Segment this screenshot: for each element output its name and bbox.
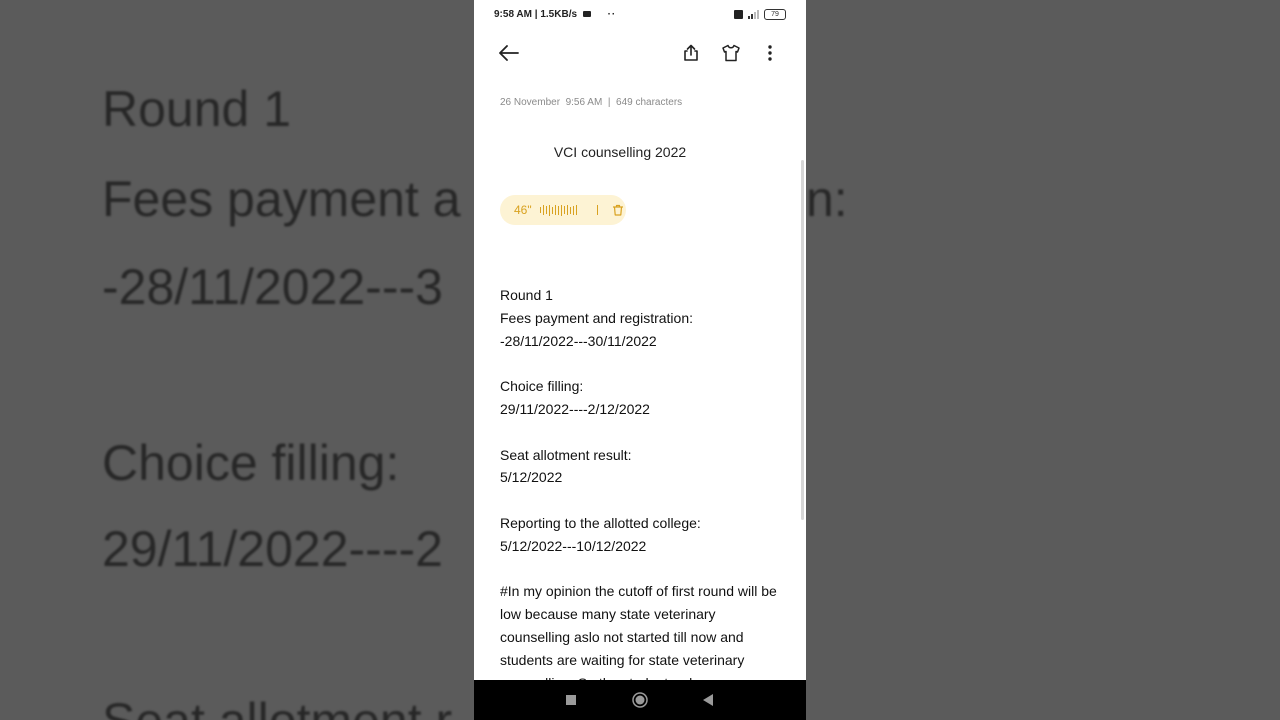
audio-duration: 46" [514,203,532,217]
more-vertical-icon[interactable] [758,41,782,65]
signal-icon [748,10,759,19]
note-body[interactable]: Round 1 Fees payment and registration: -… [500,284,780,680]
status-time: 9:58 AM [494,9,532,20]
phone-screen: 9:58 AM | 1.5KB/s ·· 79 26 November 9:56… [474,0,806,720]
note-line: Seat allotment result: [500,446,632,463]
bg-text: 29/11/2022----2 [102,521,443,577]
note-line: Fees payment and registration: [500,309,693,326]
audio-separator [596,205,598,215]
note-line: Round 1 [500,287,553,303]
status-bar: 9:58 AM | 1.5KB/s ·· 79 [474,0,806,30]
bg-text: Fees payment a [102,171,461,227]
note-content[interactable]: 26 November 9:56 AM | 649 characters VCI… [474,76,806,680]
bg-text: Choice filling: [102,435,400,491]
note-time: 9:56 AM [565,97,603,108]
bg-text: -28/11/2022---3 [102,259,443,315]
shirt-icon[interactable] [719,41,743,65]
note-line: 5/12/2022 [500,469,563,486]
note-line [500,558,780,581]
bg-text: Round 1 [102,81,292,137]
video-camera-icon [582,11,591,18]
note-line [500,352,780,375]
network-speed: 1.5KB/s [540,9,578,20]
bg-text: n: [806,171,848,227]
back-triangle-icon[interactable] [700,692,716,708]
note-title[interactable]: VCI counselling 2022 [474,144,766,160]
status-right: 79 [734,9,786,20]
battery-icon: 79 [764,9,786,20]
note-line: Reporting to the allotted college: [500,514,701,531]
note-line: #In my opinion the cutoff of first round… [500,583,777,680]
home-icon[interactable] [632,692,648,708]
note-line: -28/11/2022---30/11/2022 [500,332,657,349]
bg-text: Seat allotment r [102,692,452,720]
note-line [500,489,780,512]
note-line [500,421,780,444]
scrollbar[interactable] [801,160,804,520]
note-line: 29/11/2022----2/12/2022 [500,400,650,417]
back-arrow-icon[interactable] [497,41,521,65]
trash-icon[interactable] [612,204,624,216]
navigation-bar [474,680,806,720]
recents-icon[interactable] [563,692,579,708]
note-date: 26 November [500,97,561,108]
audio-recording[interactable]: 46" [500,195,626,225]
status-left: 9:58 AM | 1.5KB/s ·· [494,9,616,20]
note-toolbar [474,30,806,76]
nfc-icon [734,10,743,19]
share-icon[interactable] [679,41,703,65]
character-count: 649 characters [616,97,683,108]
waveform-icon [539,204,577,216]
meta-separator: | [605,97,614,108]
note-line: Choice filling: [500,378,584,395]
note-line: 5/12/2022---10/12/2022 [500,537,647,554]
note-meta: 26 November 9:56 AM | 649 characters [500,97,682,108]
more-notifications-icon: ·· [607,9,617,20]
